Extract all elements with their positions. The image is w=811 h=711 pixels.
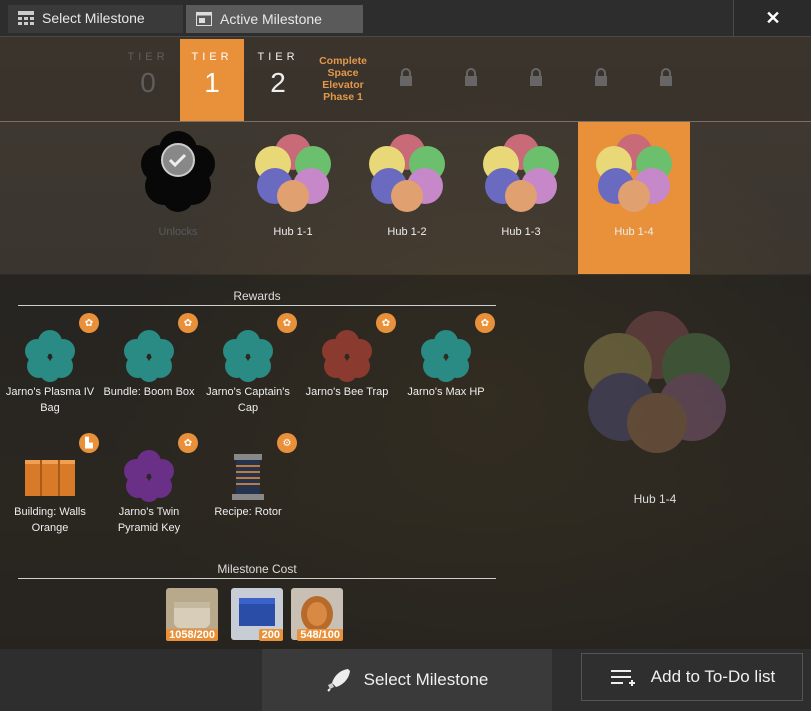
reward-name: Jarno's Bee Trap	[305, 386, 389, 398]
tab-select-milestone[interactable]: Select Milestone	[8, 5, 183, 33]
flower-icon	[124, 330, 174, 382]
flower-icon	[483, 134, 559, 212]
gear-badge-icon: ✿	[178, 433, 198, 453]
flower-icon	[25, 330, 75, 382]
milestone-name: Hub 1-3	[501, 226, 541, 238]
reward-name: Bundle: Boom Box	[103, 386, 195, 398]
cost-item-wire[interactable]: 548/100	[291, 588, 343, 641]
tier-2-tab[interactable]: TIER 2	[246, 39, 310, 121]
factory-badge-icon: ▙	[79, 433, 99, 453]
gear-badge-icon: ✿	[475, 313, 495, 333]
rotor-icon	[232, 454, 264, 500]
reward-item[interactable]: Recipe: Rotor	[200, 448, 296, 520]
reward-item[interactable]: Building: Walls Orange	[2, 448, 98, 536]
lock-icon[interactable]	[528, 67, 544, 87]
lock-icon[interactable]	[658, 67, 674, 87]
close-icon: ✕	[765, 7, 781, 28]
flower-icon	[124, 450, 174, 502]
tier-0-tab[interactable]: TIER 0	[116, 39, 180, 121]
reward-item[interactable]: Bundle: Boom Box	[101, 328, 197, 400]
flower-icon	[255, 134, 331, 212]
milestone-cost-title: Milestone Cost	[18, 562, 496, 579]
milestone-name: Hub 1-1	[273, 226, 313, 238]
milestone-name: Hub 1-2	[387, 226, 427, 238]
cost-item-screws[interactable]: 200	[231, 588, 283, 641]
todo-list-icon	[610, 670, 635, 686]
milestone-row: Unlocks Hub 1-1 Hub 1-2 Hub 1-3 Hub 1-4	[0, 122, 811, 274]
reward-item[interactable]: Jarno's Bee Trap	[299, 328, 395, 400]
reward-item[interactable]: Jarno's Plasma IV Bag	[2, 328, 98, 416]
gear-badge-icon: ✿	[79, 313, 99, 333]
close-button[interactable]: ✕	[733, 0, 811, 36]
reward-name: Jarno's Plasma IV Bag	[5, 386, 95, 414]
flower-icon	[322, 330, 372, 382]
top-bar: Select Milestone Active Milestone ✕	[0, 0, 811, 37]
tab-active-milestone[interactable]: Active Milestone	[186, 5, 363, 33]
tier-label: TIER	[191, 51, 233, 63]
tier-label: TIER	[127, 51, 169, 63]
tier-label: TIER	[257, 51, 299, 63]
flower-icon	[421, 330, 471, 382]
milestone-name: Unlocks	[158, 226, 198, 238]
select-milestone-button[interactable]: Select Milestone	[262, 649, 552, 711]
reward-name: Jarno's Twin Pyramid Key	[117, 506, 181, 534]
reward-name: Building: Walls Orange	[14, 506, 86, 534]
milestone-hub-1-3[interactable]: Hub 1-3	[465, 122, 577, 274]
calendar-grid-icon	[18, 11, 34, 25]
reward-item[interactable]: Jarno's Twin Pyramid Key	[101, 448, 197, 536]
add-to-todo-button[interactable]: Add to To-Do list	[581, 653, 803, 701]
bottom-bar: Select Milestone Add to To-Do list	[0, 649, 811, 711]
tab-label: Active Milestone	[220, 11, 322, 27]
gear-badge-icon: ✿	[376, 313, 396, 333]
milestone-hub-1-1[interactable]: Hub 1-1	[237, 122, 349, 274]
tab-label: Select Milestone	[42, 10, 145, 26]
cost-amount: 548/100	[297, 629, 343, 641]
button-label: Select Milestone	[363, 670, 489, 689]
tier-1-tab[interactable]: TIER 1	[180, 39, 244, 121]
tier-number: 2	[270, 67, 286, 98]
lock-icon[interactable]	[463, 67, 479, 87]
gear-badge-icon: ⚙	[277, 433, 297, 453]
flower-icon	[369, 134, 445, 212]
cost-amount: 200	[258, 629, 283, 641]
reward-item[interactable]: Jarno's Max HP	[398, 328, 494, 400]
reward-name: Recipe: Rotor	[214, 506, 282, 518]
reward-name: Jarno's Captain's Cap	[206, 386, 290, 414]
flower-icon	[596, 134, 672, 212]
goal-text[interactable]: Complete Space Elevator Phase 1	[312, 55, 374, 103]
button-label: Add to To-Do list	[650, 667, 776, 686]
reward-name: Jarno's Max HP	[407, 386, 485, 398]
lock-icon[interactable]	[593, 67, 609, 87]
cost-amount: 1058/200	[166, 629, 218, 641]
flower-icon	[141, 131, 215, 212]
gear-badge-icon: ✿	[277, 313, 297, 333]
flower-icon	[223, 330, 273, 382]
selected-milestone-name: Hub 1-4	[633, 492, 677, 506]
rocket-icon	[326, 669, 350, 692]
milestone-hub-1-4[interactable]: Hub 1-4	[578, 122, 690, 274]
tier-selector: TIER 0 TIER 1 TIER 2 Complete Space Elev…	[0, 37, 811, 122]
tier-number: 0	[140, 67, 156, 98]
lock-icon[interactable]	[398, 67, 414, 87]
cost-item-concrete[interactable]: 1058/200	[166, 588, 218, 641]
milestone-hub-1-2[interactable]: Hub 1-2	[351, 122, 463, 274]
gear-badge-icon: ✿	[178, 313, 198, 333]
milestone-name: Hub 1-4	[614, 226, 654, 238]
reward-item[interactable]: Jarno's Captain's Cap	[200, 328, 296, 416]
selected-milestone-preview-icon	[584, 311, 730, 453]
wall-icon	[25, 460, 75, 496]
window-icon	[196, 12, 212, 26]
milestone-unlocks[interactable]: Unlocks	[122, 122, 234, 274]
tier-number: 1	[204, 67, 220, 98]
rewards-title: Rewards	[18, 289, 496, 306]
